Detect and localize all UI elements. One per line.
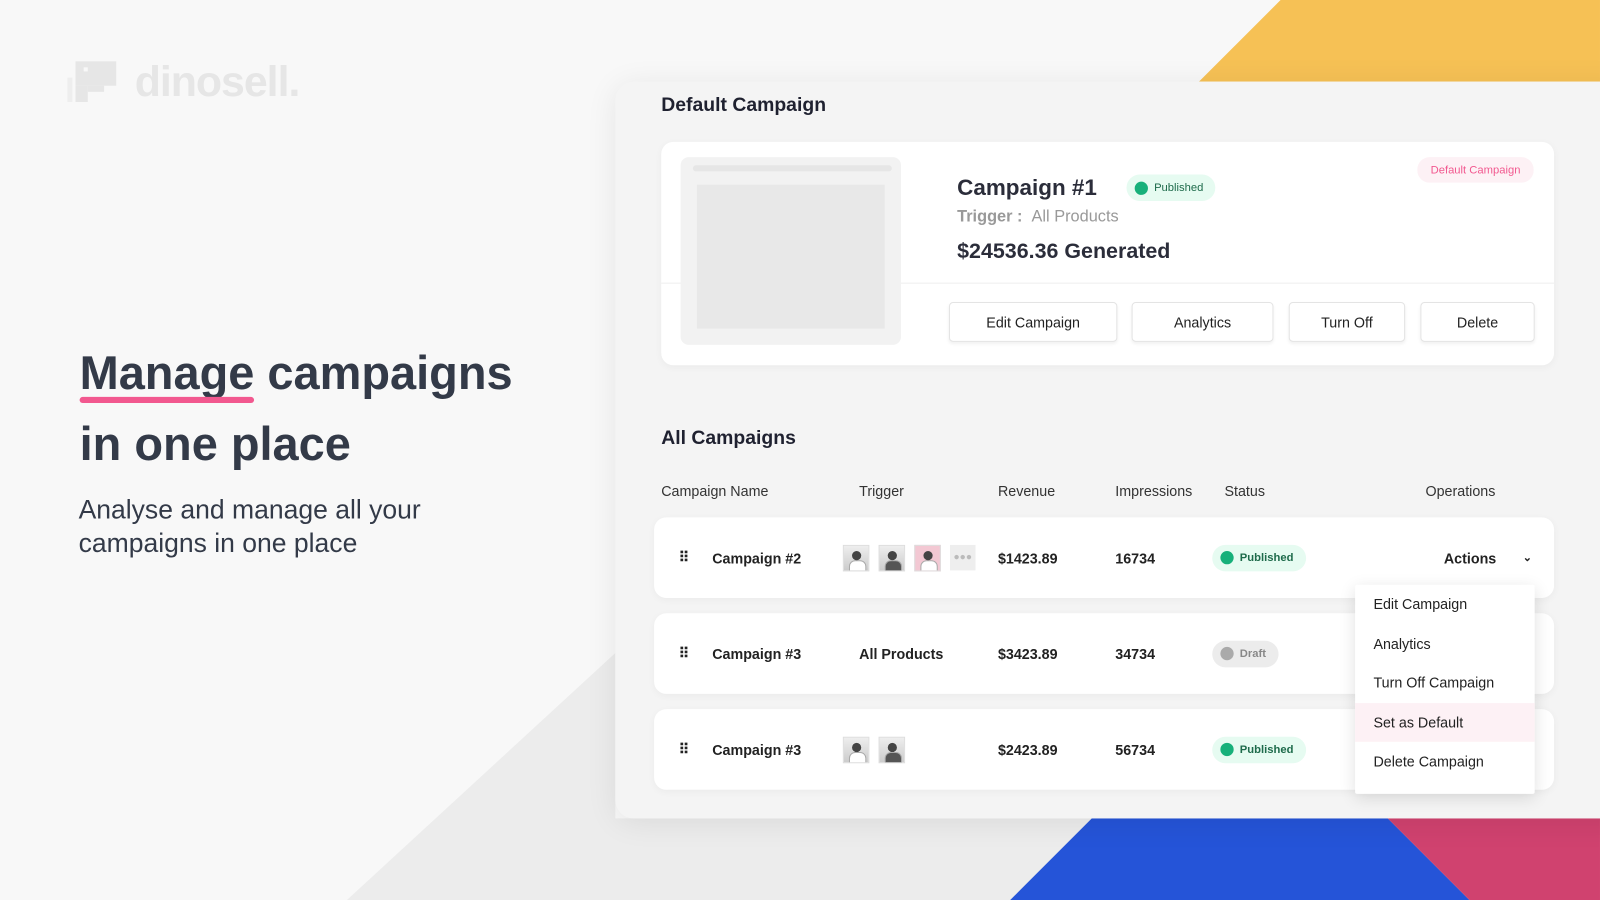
hero-subtitle: Analyse and manage all your campaigns in… <box>78 493 421 559</box>
status-dot-icon <box>1220 646 1234 661</box>
status-badge: Draft <box>1212 640 1279 667</box>
brand-name: dinosell. <box>134 57 301 106</box>
actions-menu: Edit Campaign Analytics Turn Off Campaig… <box>1355 584 1535 794</box>
row-impressions: 34734 <box>1115 645 1156 662</box>
row-revenue: $2423.89 <box>997 741 1058 758</box>
drag-handle-icon[interactable]: ⠿ <box>679 613 691 694</box>
row-trigger: All Products <box>859 645 944 662</box>
default-campaign-tag: Default Campaign <box>1417 157 1534 183</box>
turn-off-button[interactable]: Turn Off <box>1288 302 1406 342</box>
campaign-preview <box>680 157 902 345</box>
drag-handle-icon[interactable]: ⠿ <box>679 709 691 790</box>
menu-item-delete-campaign[interactable]: Delete Campaign <box>1355 742 1535 781</box>
delete-button[interactable]: Delete <box>1420 302 1535 342</box>
status-text: Published <box>1239 743 1294 756</box>
menu-item-edit-campaign[interactable]: Edit Campaign <box>1355 585 1535 624</box>
more-icon[interactable]: ●●● <box>949 544 976 571</box>
row-revenue: $1423.89 <box>997 549 1058 566</box>
dino-logo-icon <box>67 61 117 103</box>
col-operations: Operations <box>1425 482 1496 499</box>
menu-item-analytics[interactable]: Analytics <box>1355 624 1535 663</box>
default-campaign-heading: Default Campaign <box>661 94 827 117</box>
revenue-generated: $24536.36 Generated <box>957 239 1171 264</box>
col-campaign-name: Campaign Name <box>661 482 769 499</box>
row-name: Campaign #2 <box>712 549 802 566</box>
row-name: Campaign #3 <box>712 645 802 662</box>
analytics-button[interactable]: Analytics <box>1131 302 1274 342</box>
col-status: Status <box>1224 482 1265 499</box>
hero-title-highlight: Manage <box>79 345 255 399</box>
status-badge: Published <box>1126 174 1216 202</box>
actions-label: Actions <box>1443 549 1497 566</box>
drag-handle-icon[interactable]: ⠿ <box>679 517 691 598</box>
chevron-down-icon: ⌄ <box>1522 552 1533 565</box>
trigger-label: Trigger : <box>957 208 1023 226</box>
dinosell-logo: dinosell. <box>67 57 301 106</box>
row-impressions: 16734 <box>1115 549 1156 566</box>
hero-title-line2: in one place <box>79 417 351 471</box>
product-thumbnail <box>842 736 870 763</box>
all-campaigns-heading: All Campaigns <box>661 427 796 449</box>
col-trigger: Trigger <box>859 482 904 499</box>
row-name: Campaign #3 <box>712 741 802 758</box>
hero-title: Manage campaigns in one place <box>80 337 513 480</box>
campaign-name: Campaign #1 <box>957 174 1097 200</box>
hero-title-rest: campaigns <box>254 345 513 399</box>
row-impressions: 56734 <box>1115 741 1156 758</box>
menu-item-set-as-default[interactable]: Set as Default <box>1355 702 1535 742</box>
product-thumbnail <box>842 544 870 571</box>
product-thumbnail <box>878 544 906 571</box>
status-dot-icon <box>1220 742 1234 757</box>
menu-item-turn-off-campaign[interactable]: Turn Off Campaign <box>1355 663 1535 702</box>
status-badge: Published <box>1212 544 1306 571</box>
status-text: Published <box>1154 181 1204 194</box>
col-impressions: Impressions <box>1115 482 1193 499</box>
trigger-products: ●●● <box>842 517 976 598</box>
col-revenue: Revenue <box>997 482 1056 499</box>
status-dot-icon <box>1220 551 1234 565</box>
row-revenue: $3423.89 <box>997 645 1058 662</box>
edit-campaign-button[interactable]: Edit Campaign <box>948 302 1118 342</box>
trigger-value: All Products <box>1031 208 1119 226</box>
status-text: Draft <box>1239 647 1266 660</box>
product-thumbnail <box>914 544 941 571</box>
status-dot-icon <box>1134 181 1148 195</box>
status-text: Published <box>1239 551 1294 564</box>
status-badge: Published <box>1212 736 1306 763</box>
trigger-products <box>842 709 914 790</box>
product-thumbnail <box>878 736 906 763</box>
